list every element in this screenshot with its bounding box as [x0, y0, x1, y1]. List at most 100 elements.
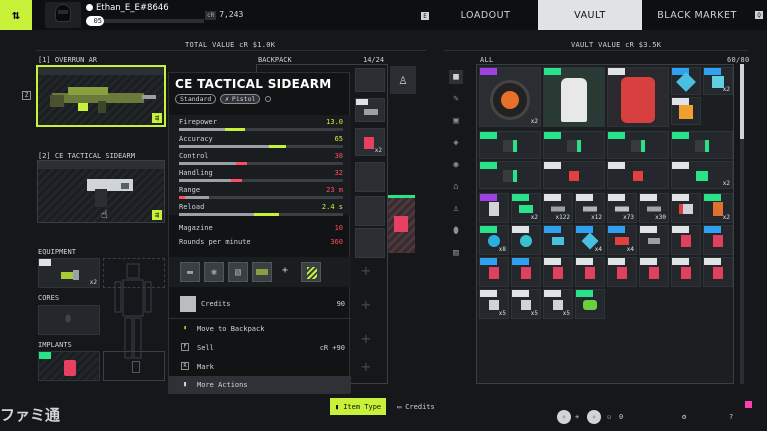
backpack-body-icon[interactable]: ♙	[390, 66, 416, 94]
vault-item[interactable]	[543, 225, 573, 255]
stat-value: 2.4 s	[321, 203, 343, 211]
stat-value: 13.0	[326, 118, 343, 126]
filter-cores-icon[interactable]: ⬮	[449, 224, 463, 238]
medkit-icon	[364, 137, 374, 149]
vault-item[interactable]	[543, 131, 605, 159]
vault-item[interactable]: x5	[511, 289, 541, 319]
vault-item[interactable]	[703, 257, 733, 287]
vault-count: 60/80	[727, 56, 750, 64]
info-icon[interactable]	[265, 96, 271, 102]
settings-icon[interactable]: ⚙	[682, 413, 686, 421]
vault-item[interactable]	[639, 225, 669, 255]
stat-bar-fill	[179, 162, 236, 165]
vault-item[interactable]: x2	[671, 161, 733, 189]
vault-item[interactable]: x4	[607, 225, 637, 255]
swap-icon[interactable]: ⇅	[0, 0, 32, 30]
vault-item[interactable]: x2	[703, 193, 733, 223]
vault-item[interactable]	[671, 193, 701, 223]
vault-item[interactable]	[543, 161, 605, 189]
weapon-slot-1[interactable]: ⇶	[36, 65, 166, 127]
player-avatar[interactable]	[45, 2, 81, 28]
backpack-slot[interactable]	[355, 196, 385, 226]
vault-item[interactable]: x4	[575, 225, 605, 255]
vault-item[interactable]: x2	[703, 67, 733, 95]
vault-item[interactable]: x2	[511, 193, 541, 223]
backpack-slot[interactable]	[355, 228, 385, 258]
filter-all-icon[interactable]: ▦	[449, 70, 463, 84]
weapon-slot-2[interactable]: ⇶ ☝	[37, 160, 165, 223]
vault-item[interactable]	[671, 257, 701, 287]
action-move-to-backpack[interactable]: ▮ Move to Backpack	[169, 319, 351, 338]
filter-implants-icon[interactable]: ▨	[449, 246, 463, 260]
action-sell[interactable]: F Sell cR +90	[169, 338, 351, 357]
filter-consumables-icon[interactable]: ◉	[449, 158, 463, 172]
rarity-tag	[544, 194, 561, 201]
vault-item[interactable]: x30	[639, 193, 669, 223]
vault-item[interactable]	[575, 257, 605, 287]
credits-value: 90	[336, 300, 345, 308]
vault-item[interactable]	[639, 257, 669, 287]
vault-item[interactable]	[479, 131, 541, 159]
vault-item[interactable]	[479, 161, 541, 189]
more-actions-button[interactable]: ▮ More Actions	[169, 376, 351, 393]
item-type-sort-button[interactable]: ▮ Item Type	[330, 398, 387, 415]
action-mark[interactable]: R Mark	[169, 357, 351, 376]
vault-item[interactable]: x73	[607, 193, 637, 223]
vault-item[interactable]	[607, 161, 669, 189]
tab-black-market[interactable]: BLACK MARKET	[642, 0, 752, 30]
vault-item[interactable]: x8	[479, 225, 509, 255]
friends-icon[interactable]: ⚇	[607, 413, 611, 421]
vault-item[interactable]	[671, 67, 701, 95]
chat-icon[interactable]: ◦	[557, 410, 571, 424]
sort-icon: ▮	[335, 402, 340, 411]
vault-item[interactable]	[479, 257, 509, 287]
vault-item[interactable]	[607, 67, 669, 127]
vault-item[interactable]	[671, 131, 733, 159]
mod-slot-barrel[interactable]: ▬	[180, 262, 200, 282]
vault-item[interactable]: x2	[479, 67, 541, 127]
mod-slot-grip[interactable]	[252, 262, 272, 282]
equipment-slot[interactable]: x2	[38, 258, 100, 288]
vault-item[interactable]: x122	[543, 193, 573, 223]
stim-icon	[649, 267, 659, 280]
vault-item[interactable]	[479, 193, 509, 223]
vault-item[interactable]	[671, 97, 701, 125]
vault-item[interactable]	[607, 257, 637, 287]
filter-equipment-icon[interactable]: ◈	[449, 136, 463, 150]
vault-scrollbar-thumb[interactable]	[740, 64, 744, 139]
filter-cosmetics-icon[interactable]: ♙	[449, 202, 463, 216]
backpack-large-item[interactable]	[388, 195, 415, 253]
vault-item[interactable]	[575, 289, 605, 319]
party-icon[interactable]: ◦	[587, 410, 601, 424]
backpack-slot[interactable]	[355, 162, 385, 192]
vault-item[interactable]	[607, 131, 669, 159]
rarity-tag	[480, 68, 497, 75]
help-icon[interactable]: ?	[729, 413, 733, 421]
filter-mods-icon[interactable]: ▣	[449, 114, 463, 128]
vault-item[interactable]	[543, 67, 605, 127]
filter-weapons-icon[interactable]: ✎	[449, 92, 463, 106]
ammo-slot[interactable]	[301, 262, 321, 282]
vault-item[interactable]	[671, 225, 701, 255]
implant-slot[interactable]	[38, 351, 100, 381]
mod-slot-sight[interactable]: ✱	[204, 262, 224, 282]
backpack-slot[interactable]: x2	[355, 128, 385, 156]
vault-item[interactable]	[703, 225, 733, 255]
tab-vault[interactable]: VAULT	[538, 0, 642, 30]
core-slot[interactable]: ⬮	[38, 305, 100, 335]
credits-sort-button[interactable]: ▭ Credits	[392, 398, 440, 415]
vault-item[interactable]: x5	[479, 289, 509, 319]
backpack-slot[interactable]	[355, 68, 385, 92]
vault-item[interactable]: x5	[543, 289, 573, 319]
mod-slot-magazine[interactable]: ▧	[228, 262, 248, 282]
vault-item[interactable]: x12	[575, 193, 605, 223]
vault-item[interactable]	[543, 257, 573, 287]
tab-loadout[interactable]: LOADOUT	[433, 0, 538, 30]
weapon-slot-2-label: [2] CE TACTICAL SIDEARM	[38, 152, 135, 160]
backpack-label: BACKPACK	[258, 56, 292, 64]
filter-keys-icon[interactable]: ⌂	[449, 180, 463, 194]
vault-item[interactable]	[511, 225, 541, 255]
stat-reload: Reload 2.4 s	[179, 203, 343, 220]
backpack-slot[interactable]	[355, 98, 385, 122]
vault-item[interactable]	[511, 257, 541, 287]
